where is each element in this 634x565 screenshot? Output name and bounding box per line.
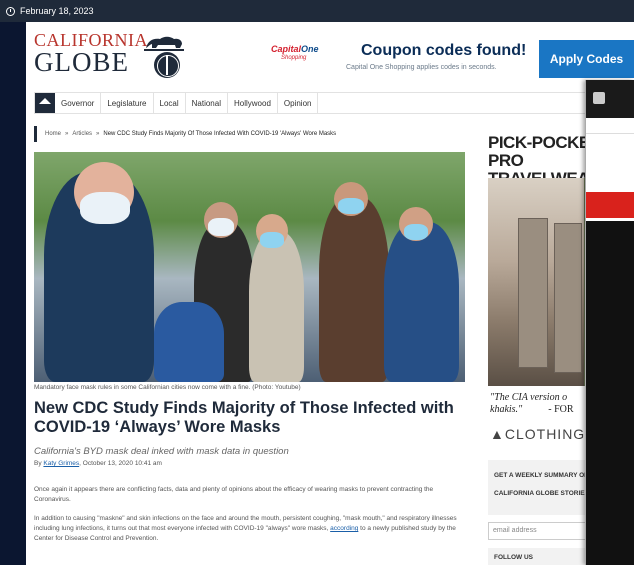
- nav-item-national[interactable]: National: [186, 93, 228, 113]
- nav-item-governor[interactable]: Governor: [55, 93, 102, 113]
- bear-icon: [144, 36, 184, 51]
- article-subtitle: California's BYD mask deal inked with ma…: [34, 446, 289, 457]
- article-paragraph: In addition to causing "maskne" and skin…: [34, 515, 457, 542]
- apply-codes-button[interactable]: Apply Codes: [539, 40, 634, 78]
- photo-caption: Mandatory face mask rules in some Califo…: [34, 384, 301, 391]
- nav-item-opinion[interactable]: Opinion: [278, 93, 319, 113]
- overlay-panel[interactable]: [585, 80, 634, 565]
- site-header: CALIFORNIA GLOBE CapitalOne Shopping Cou…: [26, 22, 634, 84]
- ad-brand-sub: Shopping: [281, 55, 307, 61]
- site-logo[interactable]: CALIFORNIA GLOBE: [34, 30, 184, 80]
- nav-item-hollywood[interactable]: Hollywood: [228, 93, 278, 113]
- web-page: CALIFORNIA GLOBE CapitalOne Shopping Cou…: [26, 8, 634, 565]
- byline: By Katy Grimes, October 13, 2020 10:41 a…: [34, 460, 162, 467]
- breadcrumb-sep: »: [65, 131, 69, 137]
- globe-icon: [154, 52, 180, 78]
- ad-headline: Coupon codes found!: [361, 42, 527, 59]
- breadcrumb-sep: »: [96, 131, 100, 137]
- date-text: February 18, 2023: [20, 6, 94, 16]
- breadcrumb-articles[interactable]: Articles: [72, 131, 92, 137]
- breadcrumb-home[interactable]: Home: [45, 131, 61, 137]
- home-icon[interactable]: [35, 93, 55, 113]
- nav-item-legislature[interactable]: Legislature: [101, 93, 154, 113]
- date-bar: February 18, 2023: [0, 0, 634, 22]
- breadcrumb-current: New CDC Study Finds Majority Of Those In…: [103, 131, 337, 137]
- sidebar-ad-brand: ▲CLOTHING A: [490, 426, 600, 442]
- clock-icon: [6, 6, 15, 16]
- breadcrumb: Home » Articles » New CDC Study Finds Ma…: [34, 126, 336, 142]
- nav-item-local[interactable]: Local: [154, 93, 186, 113]
- email-input[interactable]: email address: [488, 522, 596, 540]
- article-photo: [34, 152, 465, 382]
- logo-line2: GLOBE: [34, 47, 129, 77]
- according-link[interactable]: according: [330, 525, 358, 532]
- sidebar-ad-quote: "The CIA version o khakis." - FOR: [490, 392, 574, 415]
- ad-brand: CapitalOne: [271, 44, 319, 54]
- main-nav: Governor Legislature Local National Holl…: [34, 92, 634, 114]
- app-icon: [593, 92, 605, 104]
- article-paragraph: Once again it appears there are conflict…: [34, 486, 434, 503]
- author-link[interactable]: Katy Grimes: [43, 460, 79, 467]
- coupon-ad-banner[interactable]: CapitalOne Shopping Coupon codes found! …: [261, 36, 634, 84]
- ad-subtext: Capital One Shopping applies codes in se…: [346, 64, 497, 71]
- article-title: New CDC Study Finds Majority of Those In…: [34, 399, 454, 436]
